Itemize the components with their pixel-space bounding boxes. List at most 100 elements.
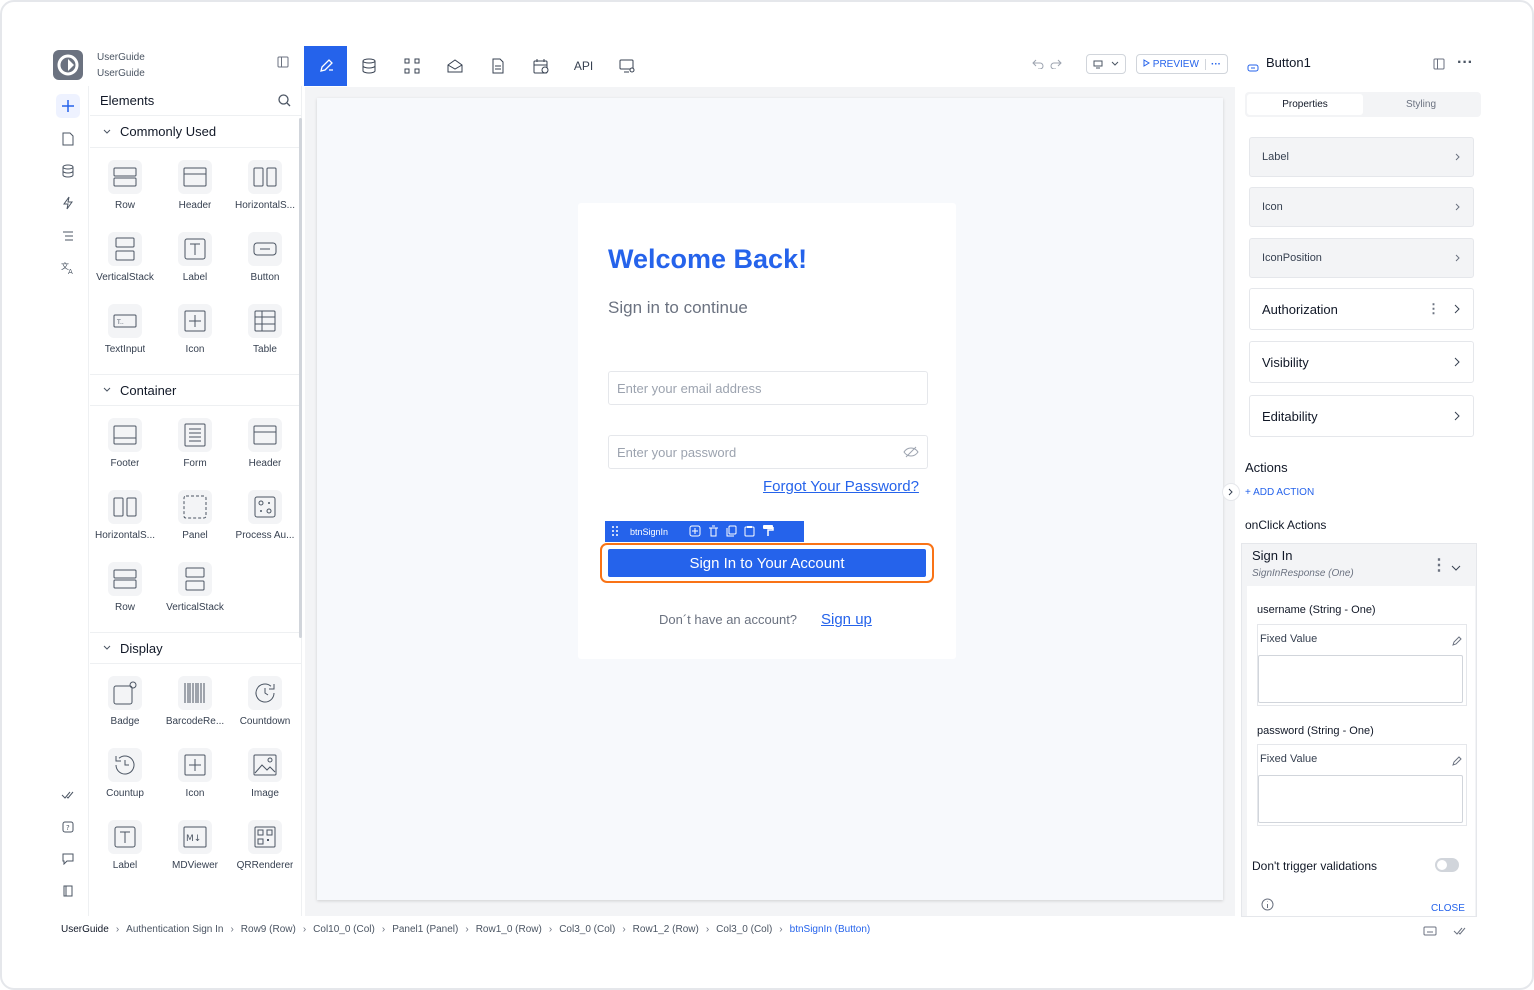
breadcrumb-item[interactable]: UserGuide — [61, 924, 109, 935]
section-visibility[interactable]: Visibility — [1249, 341, 1474, 383]
search-icon[interactable] — [278, 94, 291, 107]
breadcrumb-item[interactable]: Panel1 (Panel) — [392, 924, 458, 935]
preview-button[interactable]: PREVIEW ··· — [1136, 54, 1228, 74]
signup-link[interactable]: Sign up — [821, 611, 872, 628]
add-element-icon[interactable] — [56, 94, 80, 118]
keyboard-icon[interactable] — [1423, 923, 1437, 941]
panel-layout-icon[interactable] — [1433, 57, 1445, 75]
close-button[interactable]: CLOSE — [1431, 903, 1465, 914]
pages-icon[interactable] — [56, 127, 80, 151]
section-commonly-used[interactable]: Commonly Used — [90, 116, 301, 148]
breadcrumb-item[interactable]: Row1_0 (Row) — [476, 924, 542, 935]
breadcrumb-current[interactable]: btnSignIn (Button) — [790, 924, 871, 935]
element-qr-renderer[interactable]: QRRenderer — [230, 814, 300, 886]
element-horizontal-stack[interactable]: HorizontalS... — [230, 154, 300, 226]
chevron-down-icon[interactable] — [1451, 559, 1461, 577]
element-form[interactable]: Form — [160, 412, 230, 484]
sidebar-toggle-icon[interactable] — [277, 56, 289, 68]
element-header[interactable]: Header — [230, 412, 300, 484]
username-value-textarea[interactable] — [1258, 655, 1463, 703]
tab-properties[interactable]: Properties — [1247, 94, 1363, 115]
device-select[interactable] — [1086, 54, 1126, 74]
edit-pencil-icon[interactable] — [1452, 633, 1462, 651]
element-table[interactable]: Table — [230, 298, 300, 370]
element-vertical-stack[interactable]: VerticalStack — [90, 226, 160, 298]
tab-devices[interactable] — [605, 46, 648, 86]
element-icon[interactable]: Icon — [160, 298, 230, 370]
welcome-subtitle[interactable]: Sign in to continue — [608, 298, 748, 318]
prop-icon[interactable]: Icon — [1249, 187, 1474, 227]
translate-icon[interactable]: 文A — [56, 256, 80, 280]
breadcrumb-item[interactable]: Col10_0 (Col) — [313, 924, 375, 935]
element-icon[interactable]: Icon — [160, 742, 230, 814]
element-button[interactable]: Button — [230, 226, 300, 298]
forgot-password-link[interactable]: Forgot Your Password? — [763, 478, 919, 495]
breadcrumb-item[interactable]: Col3_0 (Col) — [559, 924, 615, 935]
eye-off-icon[interactable] — [903, 446, 919, 458]
book-icon[interactable] — [56, 879, 80, 903]
lightning-icon[interactable] — [56, 191, 80, 215]
tab-data[interactable] — [347, 46, 390, 86]
param-mode[interactable]: Fixed Value — [1260, 633, 1317, 645]
element-panel[interactable]: Panel — [160, 484, 230, 556]
password-field[interactable]: Enter your password — [608, 435, 928, 469]
element-row[interactable]: Row — [90, 556, 160, 628]
element-countup[interactable]: Countup — [90, 742, 160, 814]
chat-icon[interactable] — [56, 847, 80, 871]
database-icon[interactable] — [56, 159, 80, 183]
tab-design[interactable] — [304, 46, 347, 86]
double-check-icon[interactable] — [1453, 923, 1467, 941]
section-editability[interactable]: Editability — [1249, 395, 1474, 437]
param-mode[interactable]: Fixed Value — [1260, 753, 1317, 765]
element-process-automation[interactable]: Process Au... — [230, 484, 300, 556]
copy-icon[interactable] — [726, 525, 737, 539]
drag-handle-icon[interactable] — [611, 525, 619, 539]
add-box-icon[interactable] — [689, 525, 701, 539]
help-icon[interactable]: ? — [56, 815, 80, 839]
element-header[interactable]: Header — [160, 154, 230, 226]
add-action-button[interactable]: + ADD ACTION — [1245, 487, 1314, 498]
breadcrumb-item[interactable]: Row1_2 (Row) — [633, 924, 699, 935]
prop-label[interactable]: Label — [1249, 137, 1474, 177]
welcome-title[interactable]: Welcome Back! — [608, 244, 807, 275]
clipboard-icon[interactable] — [744, 525, 755, 539]
tab-documents[interactable] — [476, 46, 519, 86]
tab-api[interactable]: API — [562, 46, 605, 86]
email-field[interactable]: Enter your email address — [608, 371, 928, 405]
element-badge[interactable]: Badge — [90, 670, 160, 742]
section-display[interactable]: Display — [90, 632, 301, 664]
tab-styling[interactable]: Styling — [1363, 94, 1479, 115]
element-md-viewer[interactable]: M↓ MDViewer — [160, 814, 230, 886]
double-check-icon[interactable] — [56, 783, 80, 807]
element-label[interactable]: Label — [160, 226, 230, 298]
element-barcode-renderer[interactable]: BarcodeRe... — [160, 670, 230, 742]
component-name[interactable]: Button1 — [1266, 55, 1311, 70]
list-icon[interactable] — [56, 224, 80, 248]
redo-icon[interactable] — [1050, 59, 1062, 69]
tab-schedule[interactable] — [519, 46, 562, 86]
action-kebab-icon[interactable]: ⋮ — [1431, 555, 1447, 575]
panel-more-icon[interactable]: ··· — [1457, 54, 1473, 72]
element-horizontal-stack[interactable]: HorizontalS... — [90, 484, 160, 556]
element-vertical-stack[interactable]: VerticalStack — [160, 556, 230, 628]
element-footer[interactable]: Footer — [90, 412, 160, 484]
element-text-input[interactable]: T.. TextInput — [90, 298, 160, 370]
action-name[interactable]: Sign In — [1252, 548, 1292, 563]
delete-icon[interactable] — [708, 525, 719, 539]
section-container[interactable]: Container — [90, 374, 301, 406]
element-image[interactable]: Image — [230, 742, 300, 814]
breadcrumb-item[interactable]: Col3_0 (Col) — [716, 924, 772, 935]
prop-icon-position[interactable]: IconPosition — [1249, 238, 1474, 278]
breadcrumb-item[interactable]: Row9 (Row) — [241, 924, 296, 935]
more-icon[interactable]: ··· — [1205, 58, 1221, 70]
section-authorization[interactable]: Authorization ⋮ — [1249, 288, 1474, 330]
elements-scrollbar[interactable] — [299, 118, 302, 638]
undo-icon[interactable] — [1032, 59, 1044, 69]
edit-pencil-icon[interactable] — [1452, 753, 1462, 771]
breadcrumb-item[interactable]: Authentication Sign In — [126, 924, 223, 935]
password-value-textarea[interactable] — [1258, 775, 1463, 823]
element-label[interactable]: Label — [90, 814, 160, 886]
signin-button[interactable]: Sign In to Your Account — [608, 549, 926, 577]
kebab-menu-icon[interactable]: ⋮ — [1427, 301, 1440, 317]
info-icon[interactable] — [1261, 898, 1274, 916]
